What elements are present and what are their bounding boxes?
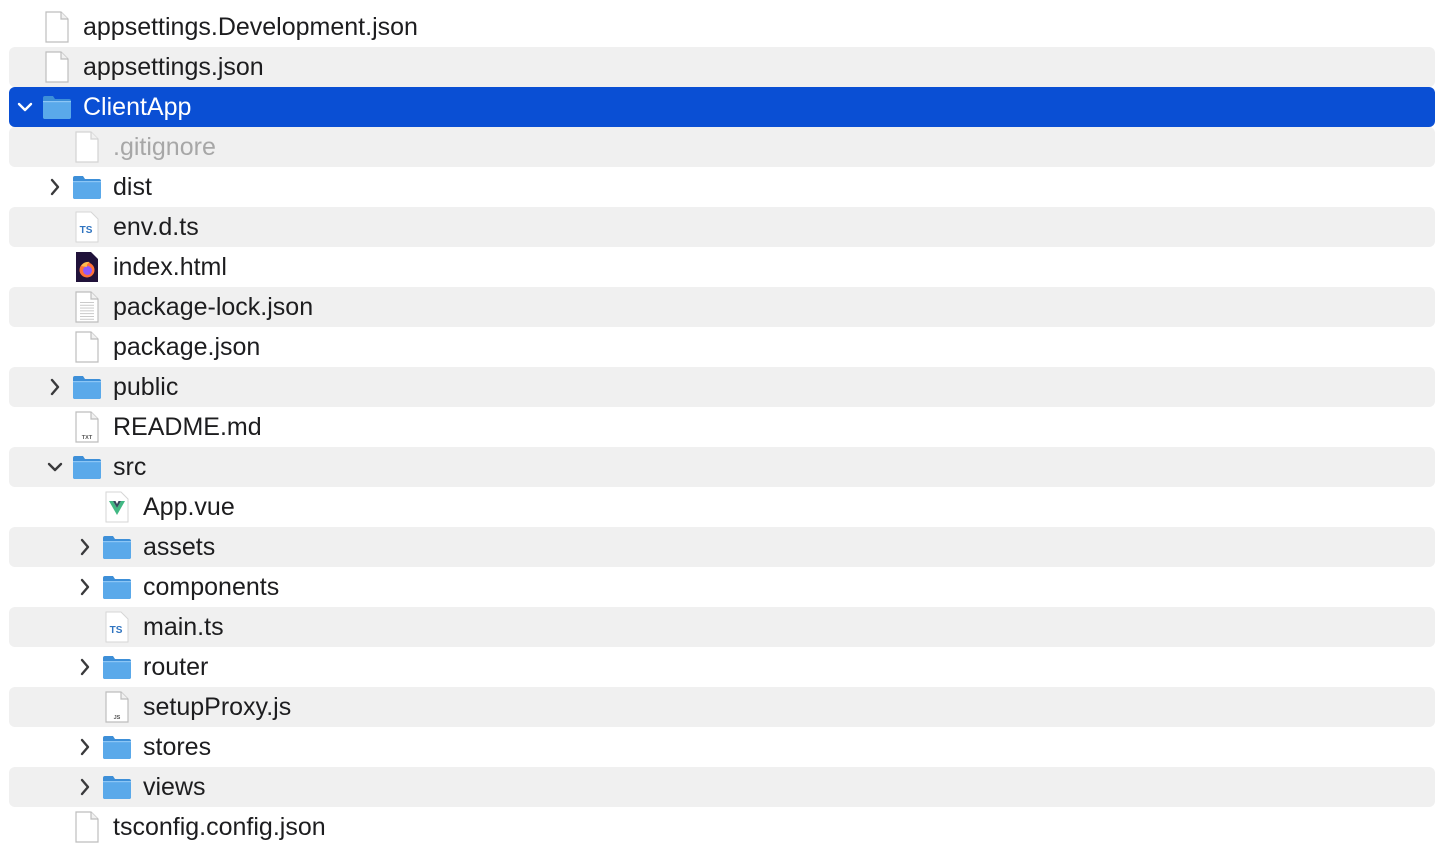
folder-row[interactable]: components — [9, 567, 1435, 607]
folder-icon — [101, 570, 133, 604]
item-name: assets — [143, 533, 216, 561]
item-name: env.d.ts — [113, 213, 199, 241]
document-icon — [41, 50, 73, 84]
finder-file-list: appsettings.Development.json appsettings.… — [0, 0, 1436, 843]
text-document-icon — [71, 290, 103, 324]
chevron-down-icon[interactable] — [44, 456, 66, 478]
file-row[interactable]: package.json — [9, 327, 1435, 367]
folder-row[interactable]: assets — [9, 527, 1435, 567]
item-name: dist — [113, 173, 152, 201]
file-row[interactable]: appsettings.Development.json — [9, 7, 1435, 47]
file-row[interactable]: App.vue — [9, 487, 1435, 527]
svg-text:TS: TS — [110, 625, 123, 636]
chevron-right-icon[interactable] — [74, 776, 96, 798]
item-name: package.json — [113, 333, 261, 361]
folder-icon — [101, 770, 133, 804]
item-name: .gitignore — [113, 133, 216, 161]
folder-row[interactable]: stores — [9, 727, 1435, 767]
item-name: README.md — [113, 413, 262, 441]
folder-row[interactable]: src — [9, 447, 1435, 487]
chevron-right-icon[interactable] — [74, 576, 96, 598]
item-name: appsettings.Development.json — [83, 13, 418, 41]
folder-icon — [101, 650, 133, 684]
item-name: router — [143, 653, 209, 681]
folder-icon — [71, 170, 103, 204]
file-row[interactable]: TXT README.md — [9, 407, 1435, 447]
folder-row[interactable]: views — [9, 767, 1435, 807]
item-name: public — [113, 373, 179, 401]
folder-icon — [71, 450, 103, 484]
javascript-file-icon: JS — [101, 690, 133, 724]
folder-icon — [71, 370, 103, 404]
file-row[interactable]: TS main.ts — [9, 607, 1435, 647]
item-name: stores — [143, 733, 212, 761]
item-name: components — [143, 573, 280, 601]
folder-icon — [101, 730, 133, 764]
chevron-right-icon[interactable] — [74, 536, 96, 558]
file-row[interactable]: appsettings.json — [9, 47, 1435, 87]
item-name: src — [113, 453, 147, 481]
chevron-right-icon[interactable] — [44, 376, 66, 398]
folder-row[interactable]: dist — [9, 167, 1435, 207]
folder-row[interactable]: ClientApp — [9, 87, 1435, 127]
chevron-down-icon[interactable] — [14, 96, 36, 118]
chevron-right-icon[interactable] — [74, 736, 96, 758]
item-name: App.vue — [143, 493, 235, 521]
txt-file-icon: TXT — [71, 410, 103, 444]
file-row[interactable]: tsconfig.config.json — [9, 807, 1435, 843]
folder-row[interactable]: public — [9, 367, 1435, 407]
vue-file-icon — [101, 490, 133, 524]
chevron-right-icon[interactable] — [74, 656, 96, 678]
file-row[interactable]: package-lock.json — [9, 287, 1435, 327]
item-name: setupProxy.js — [143, 693, 292, 721]
item-name: package-lock.json — [113, 293, 314, 321]
document-icon — [41, 10, 73, 44]
chevron-right-icon[interactable] — [44, 176, 66, 198]
typescript-file-icon: TS — [101, 610, 133, 644]
item-name: appsettings.json — [83, 53, 264, 81]
file-row[interactable]: index.html — [9, 247, 1435, 287]
item-name: main.ts — [143, 613, 224, 641]
file-row[interactable]: JS setupProxy.js — [9, 687, 1435, 727]
item-name: index.html — [113, 253, 227, 281]
svg-text:TXT: TXT — [82, 435, 93, 441]
folder-icon — [101, 530, 133, 564]
file-row[interactable]: TS env.d.ts — [9, 207, 1435, 247]
file-row[interactable]: .gitignore — [9, 127, 1435, 167]
document-icon — [71, 810, 103, 843]
folder-icon — [41, 90, 73, 124]
item-name: ClientApp — [83, 93, 192, 121]
firefox-html-icon — [71, 250, 103, 284]
document-icon — [71, 330, 103, 364]
item-name: tsconfig.config.json — [113, 813, 326, 841]
typescript-file-icon: TS — [71, 210, 103, 244]
svg-text:JS: JS — [114, 715, 121, 721]
document-icon — [71, 130, 103, 164]
svg-text:TS: TS — [80, 225, 93, 236]
folder-row[interactable]: router — [9, 647, 1435, 687]
item-name: views — [143, 773, 206, 801]
